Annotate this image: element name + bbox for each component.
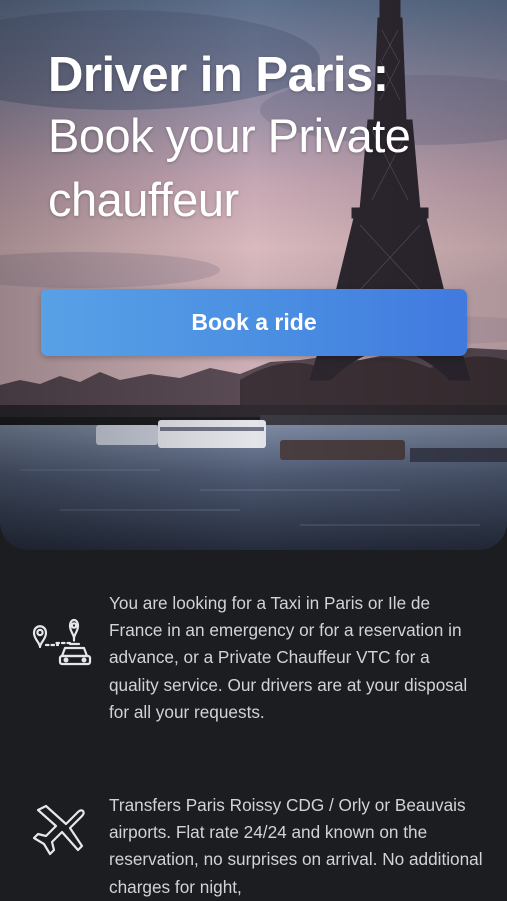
- airplane-icon: [32, 804, 85, 856]
- map-route-taxi-icon: [32, 618, 92, 666]
- feature-text-airport: Transfers Paris Roissy CDG / Orly or Bea…: [109, 795, 483, 897]
- feature-item-taxi: You are looking for a Taxi in Paris or I…: [0, 590, 507, 760]
- hero-title: Driver in Paris: Book your Private chauf…: [48, 46, 488, 232]
- hero-banner: Driver in Paris: Book your Private chauf…: [0, 0, 507, 550]
- feature-item-airport: Transfers Paris Roissy CDG / Orly or Bea…: [0, 792, 507, 900]
- feature-text-taxi: You are looking for a Taxi in Paris or I…: [109, 593, 468, 722]
- hero-title-line2: Book your Private: [48, 109, 411, 162]
- book-a-ride-button[interactable]: Book a ride: [41, 289, 467, 356]
- hero-title-line1: Driver in Paris:: [48, 48, 389, 102]
- hero-title-line3: chauffeur: [48, 173, 239, 226]
